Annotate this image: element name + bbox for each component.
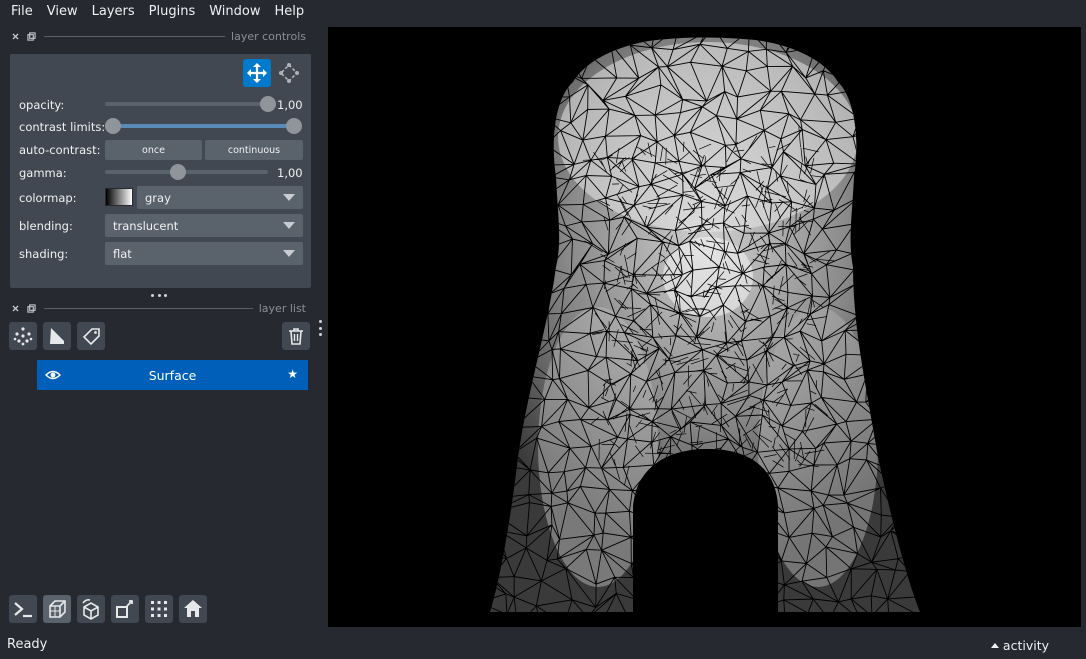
- roll-dims-button[interactable]: [77, 595, 105, 623]
- new-points-layer-button[interactable]: [9, 322, 37, 350]
- home-button[interactable]: [179, 595, 207, 623]
- new-points-icon: [13, 327, 33, 346]
- blending-label: blending:: [19, 219, 73, 233]
- status-bar: Ready activity: [0, 632, 1086, 659]
- opacity-label: opacity:: [19, 98, 65, 112]
- contrast-max-handle[interactable]: [286, 118, 302, 134]
- opacity-value: 1,00: [277, 98, 303, 112]
- colormap-select[interactable]: gray: [137, 186, 303, 209]
- gamma-slider[interactable]: [105, 170, 268, 174]
- close-panel-icon[interactable]: [10, 31, 20, 41]
- grid-icon: [151, 601, 167, 617]
- menu-window[interactable]: Window: [202, 0, 267, 24]
- menu-view[interactable]: View: [40, 0, 85, 24]
- float-panel-icon[interactable]: [26, 31, 36, 41]
- contrast-limits-label: contrast limits:: [19, 120, 106, 134]
- grid-view-button[interactable]: [145, 595, 173, 623]
- move-camera-icon: [247, 63, 267, 83]
- chevron-down-icon: [283, 250, 295, 257]
- contrast-min-handle[interactable]: [105, 118, 121, 134]
- blending-select-value: translucent: [113, 218, 179, 233]
- layer-name: Surface: [148, 367, 197, 383]
- layer-controls-panel: opacity: 1,00 contrast limits: auto-cont…: [10, 54, 311, 288]
- header-divider: [44, 307, 253, 309]
- activity-label: activity: [1002, 638, 1049, 653]
- colormap-label: colormap:: [19, 191, 77, 205]
- close-panel-icon[interactable]: [10, 303, 20, 313]
- header-divider: [44, 35, 226, 37]
- layer-list-header: layer list: [10, 300, 306, 316]
- delete-layer-button[interactable]: [282, 322, 310, 350]
- new-labels-icon: [82, 328, 100, 346]
- blending-select[interactable]: translucent: [105, 214, 303, 237]
- shading-select-value: flat: [113, 246, 132, 261]
- shading-select[interactable]: flat: [105, 242, 303, 265]
- menu-plugins[interactable]: Plugins: [142, 0, 203, 24]
- menu-help[interactable]: Help: [268, 0, 312, 24]
- layer-controls-header: layer controls: [10, 28, 306, 44]
- transform-icon: [279, 63, 299, 83]
- auto-contrast-label: auto-contrast:: [19, 143, 101, 157]
- chevron-down-icon: [283, 194, 295, 201]
- transform-button[interactable]: [275, 59, 303, 87]
- menu-file[interactable]: File: [4, 0, 40, 24]
- chevron-down-icon: [283, 222, 295, 229]
- activity-toggle[interactable]: activity: [990, 638, 1049, 653]
- gamma-slider-handle[interactable]: [170, 164, 187, 180]
- viewer-canvas[interactable]: [328, 27, 1081, 627]
- new-shapes-icon: [50, 328, 64, 344]
- contrast-limits-slider[interactable]: [113, 124, 294, 128]
- move-camera-button[interactable]: [243, 59, 271, 87]
- menu-bar: File View Layers Plugins Window Help: [0, 0, 1086, 24]
- home-icon: [184, 600, 202, 617]
- menu-layers[interactable]: Layers: [85, 0, 142, 24]
- shading-label: shading:: [19, 247, 69, 261]
- more-options-icon[interactable]: [319, 320, 322, 336]
- float-panel-icon[interactable]: [26, 303, 36, 313]
- gamma-label: gamma:: [19, 166, 67, 180]
- auto-contrast-once-button[interactable]: once: [105, 140, 202, 160]
- colormap-swatch: [105, 188, 133, 206]
- layer-list-title: layer list: [258, 301, 306, 315]
- opacity-slider-handle[interactable]: [260, 96, 276, 112]
- splitter-handle[interactable]: [151, 294, 167, 298]
- colormap-select-value: gray: [145, 190, 171, 205]
- new-shapes-layer-button[interactable]: [43, 322, 71, 350]
- opacity-slider[interactable]: [105, 102, 268, 106]
- caret-up-icon: [990, 643, 999, 648]
- status-text: Ready: [7, 637, 48, 652]
- gamma-value: 1,00: [277, 166, 303, 180]
- delete-layer-icon: [289, 328, 303, 345]
- star-icon: ★: [287, 367, 298, 381]
- new-labels-layer-button[interactable]: [77, 322, 105, 350]
- auto-contrast-continuous-button[interactable]: continuous: [205, 140, 303, 160]
- layer-controls-title: layer controls: [231, 29, 306, 43]
- layer-item-surface[interactable]: Surface ★: [37, 360, 308, 390]
- console-icon: [14, 602, 32, 618]
- transpose-icon: [116, 600, 133, 618]
- ndisplay-button[interactable]: [43, 595, 71, 623]
- transpose-button[interactable]: [111, 595, 139, 623]
- surface-render: [490, 37, 920, 612]
- ndisplay-icon: [49, 600, 66, 618]
- console-button[interactable]: [9, 595, 37, 623]
- roll-dims-icon: [82, 599, 99, 620]
